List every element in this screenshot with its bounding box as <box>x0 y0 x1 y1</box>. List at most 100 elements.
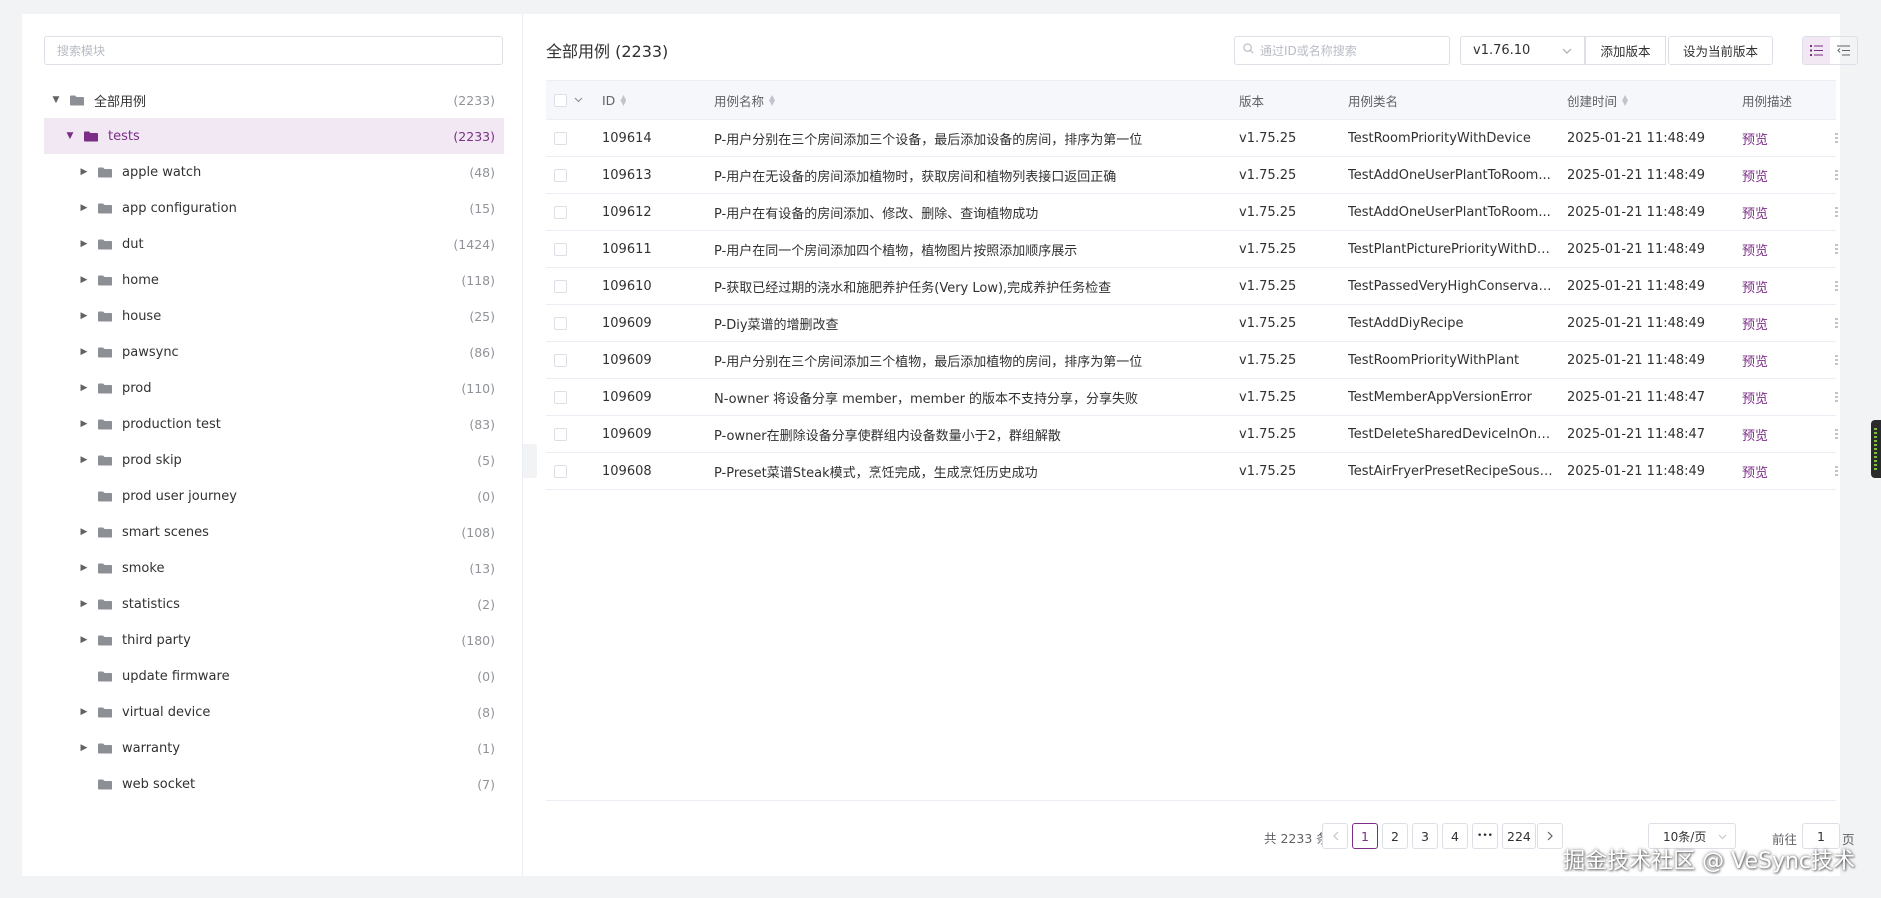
row-more-icon[interactable] <box>1835 120 1838 156</box>
preview-link[interactable]: 预览 <box>1742 453 1768 489</box>
page-button-1[interactable]: 1 <box>1352 823 1378 849</box>
caret-right-icon[interactable]: ▶ <box>78 562 90 574</box>
tree-node[interactable]: ▶ smoke (13) <box>44 550 504 586</box>
caret-right-icon[interactable]: ▶ <box>78 418 90 430</box>
page-button-4[interactable]: 4 <box>1442 823 1468 849</box>
next-page-button[interactable] <box>1537 823 1563 849</box>
row-checkbox[interactable] <box>554 279 567 293</box>
tree-node[interactable]: ▶ home (118) <box>44 262 504 298</box>
page-button-2[interactable]: 2 <box>1382 823 1408 849</box>
caret-right-icon[interactable]: ▶ <box>78 454 90 466</box>
caret-right-icon[interactable]: ▶ <box>78 382 90 394</box>
row-more-icon[interactable] <box>1835 231 1838 267</box>
table-row[interactable]: 109609 P-用户分别在三个房间添加三个植物，最后添加植物的房间，排序为第一位… <box>546 342 1838 379</box>
caret-right-icon[interactable]: ▶ <box>78 238 90 250</box>
cell-name[interactable]: P-Diy菜谱的增删改查 <box>714 305 1234 341</box>
sort-icon[interactable]: ▲ ▼ <box>620 94 626 107</box>
case-search-input[interactable] <box>1260 43 1440 58</box>
caret-right-icon[interactable]: ▶ <box>78 706 90 718</box>
sort-icon[interactable]: ▲ ▼ <box>1622 94 1628 107</box>
row-more-icon[interactable] <box>1835 268 1838 304</box>
tree-node[interactable]: prod user journey (0) <box>44 478 504 514</box>
row-more-icon[interactable] <box>1835 453 1838 489</box>
row-checkbox[interactable] <box>554 205 567 219</box>
column-name[interactable]: 用例名称 ▲ ▼ <box>714 81 1234 119</box>
tree-view-icon[interactable] <box>1830 37 1857 64</box>
version-select[interactable]: v1.76.10 <box>1460 36 1585 65</box>
add-version-button[interactable]: 添加版本 <box>1585 36 1666 65</box>
row-more-icon[interactable] <box>1835 194 1838 230</box>
cell-name[interactable]: P-用户在同一个房间添加四个植物，植物图片按照添加顺序展示 <box>714 231 1234 267</box>
tree-node-tests[interactable]: ▼ tests (2233) <box>44 118 504 154</box>
preview-link[interactable]: 预览 <box>1742 194 1768 230</box>
table-row[interactable]: 109608 P-Preset菜谱Steak模式，烹饪完成，生成烹饪历史成功 v1.… <box>546 453 1838 490</box>
cell-name[interactable]: P-owner在删除设备分享使群组内设备数量小于2，群组解散 <box>714 416 1234 452</box>
cell-name[interactable]: P-获取已经过期的浇水和施肥养护任务(Very Low),完成养护任务检查 <box>714 268 1234 304</box>
sort-icon[interactable]: ▲ ▼ <box>769 94 775 107</box>
table-row[interactable]: 109610 P-获取已经过期的浇水和施肥养护任务(Very Low),完成养护任… <box>546 268 1838 305</box>
tree-node[interactable]: ▶ production test (83) <box>44 406 504 442</box>
row-more-icon[interactable] <box>1835 342 1838 378</box>
tree-node[interactable]: ▶ smart scenes (108) <box>44 514 504 550</box>
caret-right-icon[interactable]: ▶ <box>78 526 90 538</box>
more-pages-button[interactable]: ••• <box>1472 823 1498 849</box>
row-checkbox[interactable] <box>554 242 567 256</box>
preview-link[interactable]: 预览 <box>1742 305 1768 341</box>
row-checkbox[interactable] <box>554 427 567 441</box>
tree-node[interactable]: ▶ pawsync (86) <box>44 334 504 370</box>
column-id[interactable]: ID ▲ ▼ <box>602 81 626 119</box>
table-row[interactable]: 109609 P-Diy菜谱的增删改查 v1.75.25 TestAddDiyReci… <box>546 305 1838 342</box>
module-search-input[interactable] <box>44 36 503 65</box>
cell-name[interactable]: P-用户分别在三个房间添加三个植物，最后添加植物的房间，排序为第一位 <box>714 342 1234 378</box>
list-view-icon[interactable] <box>1803 37 1830 64</box>
caret-right-icon[interactable]: ▶ <box>78 274 90 286</box>
chevron-down-icon[interactable] <box>574 81 583 119</box>
tree-node[interactable]: web socket (7) <box>44 766 504 802</box>
preview-link[interactable]: 预览 <box>1742 342 1768 378</box>
table-row[interactable]: 109609 N-owner 将设备分享 member，member 的版本不支持… <box>546 379 1838 416</box>
table-row[interactable]: 109611 P-用户在同一个房间添加四个植物，植物图片按照添加顺序展示 v1.75… <box>546 231 1838 268</box>
row-checkbox[interactable] <box>554 168 567 182</box>
cell-name[interactable]: N-owner 将设备分享 member，member 的版本不支持分享，分享失… <box>714 379 1234 415</box>
table-row[interactable]: 109609 P-owner在删除设备分享使群组内设备数量小于2，群组解散 v1.7… <box>546 416 1838 453</box>
preview-link[interactable]: 预览 <box>1742 268 1768 304</box>
row-checkbox[interactable] <box>554 131 567 145</box>
row-checkbox[interactable] <box>554 464 567 478</box>
caret-right-icon[interactable]: ▶ <box>78 598 90 610</box>
row-more-icon[interactable] <box>1835 157 1838 193</box>
cell-name[interactable]: P-Preset菜谱Steak模式，烹饪完成，生成烹饪历史成功 <box>714 453 1234 489</box>
preview-link[interactable]: 预览 <box>1742 416 1768 452</box>
table-row[interactable]: 109612 P-用户在有设备的房间添加、修改、删除、查询植物成功 v1.75.25… <box>546 194 1838 231</box>
caret-right-icon[interactable]: ▶ <box>78 742 90 754</box>
tree-node[interactable]: ▶ virtual device (8) <box>44 694 504 730</box>
caret-right-icon[interactable]: ▶ <box>78 202 90 214</box>
row-more-icon[interactable] <box>1835 305 1838 341</box>
row-checkbox[interactable] <box>554 316 567 330</box>
row-checkbox[interactable] <box>554 390 567 404</box>
row-more-icon[interactable] <box>1835 416 1838 452</box>
preview-link[interactable]: 预览 <box>1742 157 1768 193</box>
caret-right-icon[interactable]: ▶ <box>78 634 90 646</box>
side-widget[interactable] <box>1871 420 1881 478</box>
cell-name[interactable]: P-用户在有设备的房间添加、修改、删除、查询植物成功 <box>714 194 1234 230</box>
tree-node[interactable]: ▶ house (25) <box>44 298 504 334</box>
caret-right-icon[interactable]: ▶ <box>78 310 90 322</box>
tree-node[interactable]: ▶ prod skip (5) <box>44 442 504 478</box>
tree-node[interactable]: ▶ apple watch (48) <box>44 154 504 190</box>
caret-down-icon[interactable]: ▼ <box>50 94 62 106</box>
case-search-field[interactable] <box>1234 36 1450 65</box>
caret-right-icon[interactable]: ▶ <box>78 166 90 178</box>
prev-page-button[interactable] <box>1322 823 1348 849</box>
column-created[interactable]: 创建时间 ▲ ▼ <box>1567 81 1628 119</box>
set-current-version-button[interactable]: 设为当前版本 <box>1668 36 1773 65</box>
tree-node[interactable]: ▶ third party (180) <box>44 622 504 658</box>
tree-node-root[interactable]: ▼ 全部用例 (2233) <box>44 82 504 118</box>
row-checkbox[interactable] <box>554 353 567 367</box>
panel-collapse-handle[interactable] <box>523 444 537 478</box>
caret-right-icon[interactable]: ▶ <box>78 346 90 358</box>
tree-node[interactable]: ▶ app configuration (15) <box>44 190 504 226</box>
row-more-icon[interactable] <box>1835 379 1838 415</box>
preview-link[interactable]: 预览 <box>1742 231 1768 267</box>
select-all-checkbox[interactable] <box>554 93 567 107</box>
preview-link[interactable]: 预览 <box>1742 120 1768 156</box>
